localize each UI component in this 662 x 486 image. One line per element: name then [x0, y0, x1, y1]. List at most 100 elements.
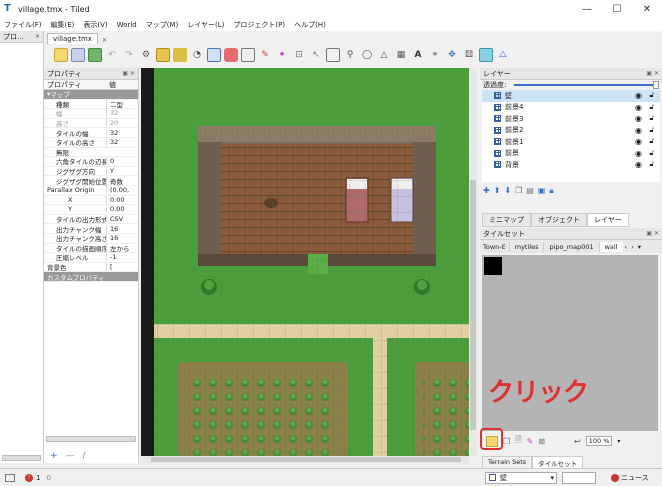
polygon-icon[interactable]: △ [377, 48, 391, 62]
select-same-tile-icon[interactable]: ⊡ [292, 48, 306, 62]
property-value[interactable]: 0.00 [106, 205, 138, 214]
save-icon[interactable] [88, 48, 102, 62]
lock-icon[interactable]: 🔓︎ [649, 137, 654, 146]
eraser-icon[interactable] [241, 48, 255, 62]
tileset-icon[interactable] [479, 48, 493, 62]
lower-layer-icon[interactable]: ⬇ [504, 186, 511, 196]
layer-row[interactable]: 前景 ◉ 🔓︎ [482, 148, 660, 160]
layer-row[interactable]: 背景 ◉ 🔓︎ [482, 159, 660, 171]
layer-row[interactable]: 前景1 ◉ 🔓︎ [482, 136, 660, 148]
property-row[interactable]: Parallax Origin (0.00, [44, 186, 138, 196]
map-vertical-scrollbar[interactable] [469, 68, 477, 456]
remove-property-icon[interactable]: — [66, 451, 75, 461]
maximize-button[interactable]: ☐ [602, 0, 632, 18]
bucket-fill-icon[interactable] [207, 48, 221, 62]
edit-tileset-icon[interactable]: ✎ [527, 437, 534, 446]
tab-village[interactable]: village.tmx [47, 33, 98, 44]
close-button[interactable]: ✕ [632, 0, 662, 18]
visibility-eye-icon[interactable]: ◉ [635, 137, 642, 146]
edit-property-icon[interactable]: / [83, 451, 86, 461]
visibility-eye-icon[interactable]: ◉ [635, 114, 642, 123]
visibility-eye-icon[interactable]: ◉ [635, 149, 642, 158]
news-label[interactable]: ニュース [621, 473, 649, 483]
tab-objects[interactable]: オブジェクト [531, 213, 587, 227]
console-icon[interactable] [5, 473, 15, 482]
text-icon[interactable]: A [411, 48, 425, 62]
dynamic-wrap-icon[interactable]: ↩ [574, 437, 581, 446]
property-value[interactable]: 0 [106, 157, 138, 166]
visibility-eye-icon[interactable]: ◉ [635, 103, 642, 112]
tab-scroll-left-icon[interactable]: ‹ [623, 242, 630, 252]
lock-icon[interactable]: 🔓︎ [649, 103, 654, 112]
property-value[interactable]: 32 [106, 138, 138, 147]
point-icon[interactable]: ⚲ [343, 48, 357, 62]
ellipse-icon[interactable]: ◯ [360, 48, 374, 62]
property-value[interactable]: 16 [106, 234, 138, 243]
tab-scroll-right-icon[interactable]: › [629, 242, 636, 252]
delete-layer-icon[interactable]: ▤ [526, 186, 534, 196]
select-objects-icon[interactable]: ↖ [309, 48, 323, 62]
lock-icon[interactable]: 🔓︎ [649, 149, 654, 158]
flip-icon[interactable]: ⧍ [496, 48, 510, 62]
lock-icon[interactable]: 🔓︎ [649, 126, 654, 135]
menu-map[interactable]: マップ(M) [146, 20, 179, 30]
property-row[interactable]: ジグザグ開始位置 奇数 [44, 175, 138, 186]
zoom-combo[interactable] [562, 471, 596, 484]
tab-layers[interactable]: レイヤー [587, 213, 629, 227]
opacity-slider[interactable] [514, 81, 659, 89]
binoculars-icon[interactable]: ⚭ [428, 48, 442, 62]
menu-view[interactable]: 表示(V) [83, 20, 107, 30]
property-value[interactable]: 20 [106, 119, 138, 128]
visibility-eye-icon[interactable]: ◉ [635, 126, 642, 135]
redo-icon[interactable]: ↷ [122, 48, 136, 62]
tab-wall[interactable]: wall [599, 241, 623, 252]
property-value[interactable]: -1 [106, 253, 138, 262]
lock-icon[interactable]: 🔓︎ [649, 114, 654, 123]
add-property-icon[interactable]: + [50, 451, 58, 461]
tab-town-e[interactable]: Town-E [480, 241, 510, 252]
menu-file[interactable]: ファイル(F) [4, 20, 42, 30]
menu-project[interactable]: プロジェクト(P) [233, 20, 285, 30]
current-layer-select[interactable]: 壁 ▾ [485, 471, 557, 484]
properties-scrollbar[interactable] [46, 436, 136, 442]
property-value[interactable]: 32 [106, 109, 138, 118]
new-map-icon[interactable] [54, 48, 68, 62]
layer-row[interactable]: 前景3 ◉ 🔓︎ [482, 113, 660, 125]
rectangle-icon[interactable] [326, 48, 340, 62]
map-view[interactable] [141, 68, 469, 456]
tile-object-icon[interactable]: ▦ [394, 48, 408, 62]
visibility-eye-icon[interactable]: ◉ [635, 160, 642, 169]
new-layer-icon[interactable]: ✚ [483, 186, 490, 196]
property-value[interactable]: 32 [106, 128, 138, 137]
menu-help[interactable]: ヘルプ(H) [294, 20, 326, 30]
error-icon[interactable]: ! [25, 473, 33, 482]
layer-row[interactable]: 前景4 ◉ 🔓︎ [482, 102, 660, 114]
remove-tileset-icon[interactable]: ⊠ [538, 437, 545, 446]
raise-layer-icon[interactable]: ⬆ [494, 186, 501, 196]
lock-icon[interactable]: 🔓︎ [649, 160, 654, 169]
move-icon[interactable]: ✥ [445, 48, 459, 62]
property-value[interactable]: 左から [106, 242, 138, 253]
map-canvas[interactable] [141, 68, 469, 456]
property-value[interactable]: [ [106, 262, 138, 271]
highlight-layer-icon[interactable]: ▣ [538, 186, 546, 196]
close-tab-icon[interactable]: ✕ [102, 37, 107, 44]
terrain-brush-icon[interactable] [173, 48, 187, 62]
project-dock-scrollbar[interactable] [2, 455, 41, 461]
map-horizontal-scrollbar[interactable] [141, 456, 469, 463]
shape-fill-icon[interactable] [224, 48, 238, 62]
menu-world[interactable]: World [117, 21, 137, 29]
random-mode-icon[interactable]: ⚄ [462, 48, 476, 62]
undo-icon[interactable]: ↶ [105, 48, 119, 62]
menu-edit[interactable]: 編集(E) [51, 20, 75, 30]
property-row[interactable]: X 0.00 [44, 195, 138, 206]
lock-layer-icon[interactable]: 🔒︎ [549, 186, 553, 196]
tab-menu-icon[interactable]: ▾ [636, 242, 643, 252]
property-value[interactable]: 0.00 [106, 195, 138, 204]
property-value[interactable]: (0.00, [106, 186, 138, 195]
stamp-brush-icon[interactable] [156, 48, 170, 62]
visibility-eye-icon[interactable]: ◉ [635, 91, 642, 100]
embed-tileset-icon[interactable]: ❐ [503, 437, 510, 446]
property-value[interactable]: 奇数 [106, 175, 138, 186]
tab-pipo-map001[interactable]: pipo_map001 [544, 241, 600, 252]
